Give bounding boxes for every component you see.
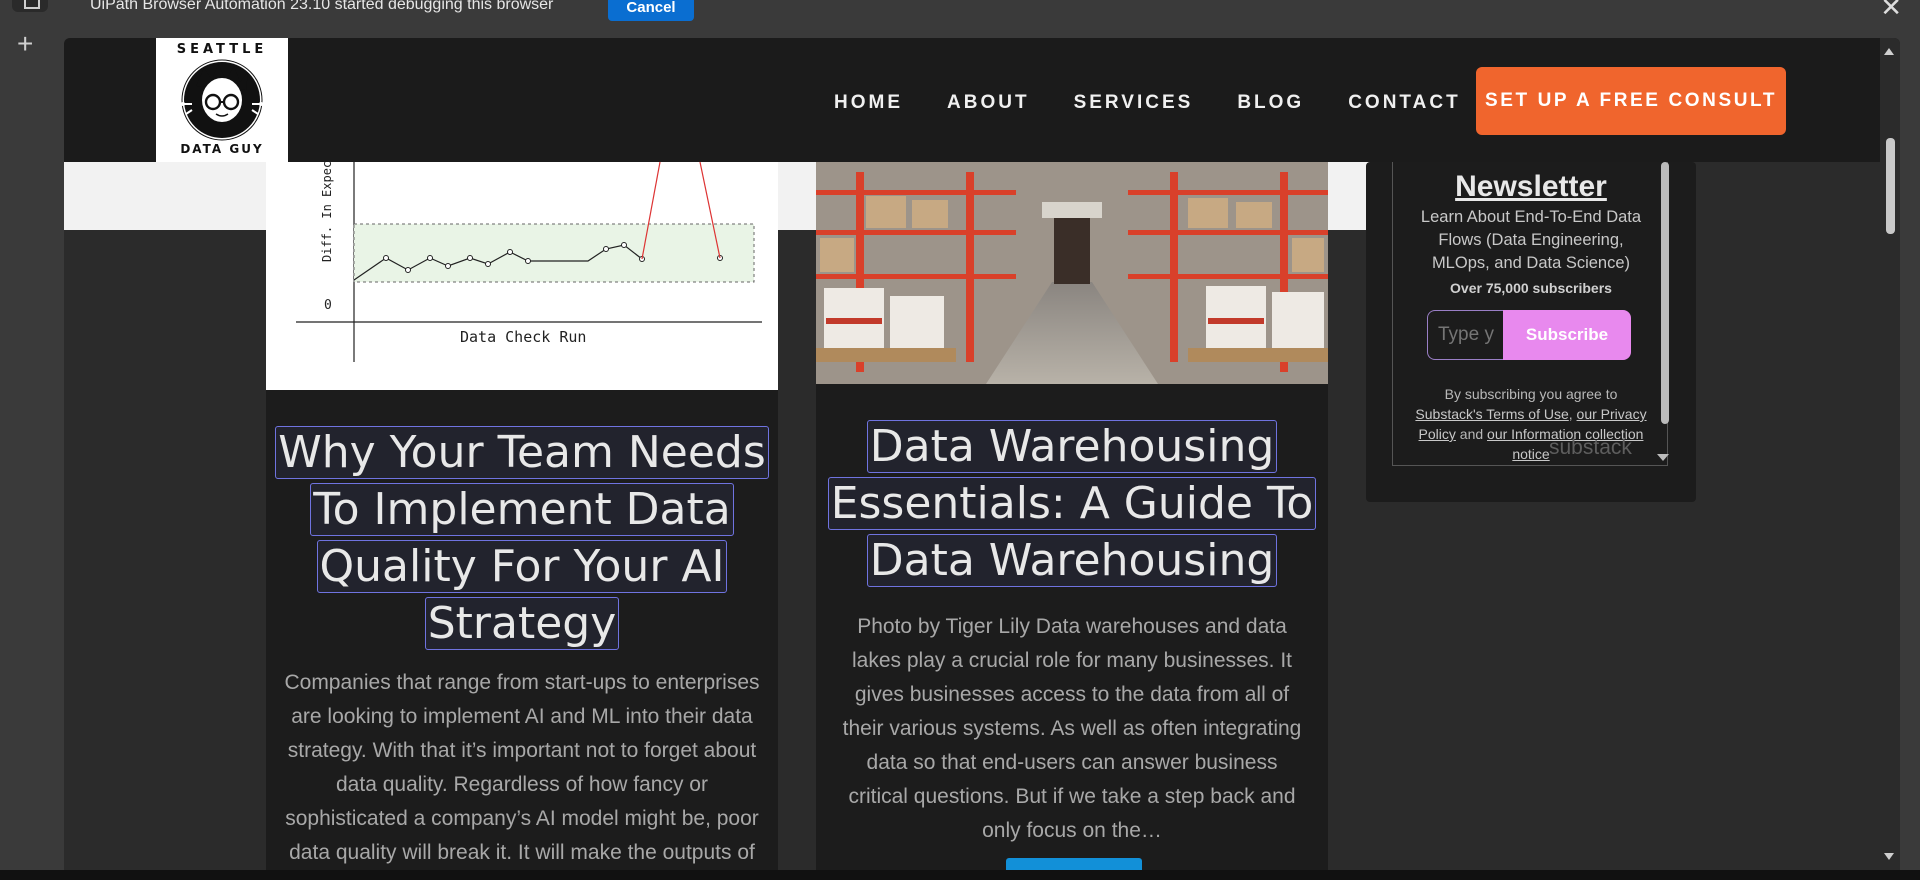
free-consult-button[interactable]: SET UP A FREE CONSULT xyxy=(1476,67,1786,135)
newsletter-description: Learn About End-To-End Data Flows (Data … xyxy=(1420,208,1642,272)
blog-card[interactable]: Diff. In Expected 0 Data Check Run Why Y… xyxy=(266,162,778,870)
main-nav: HOME ABOUT SERVICES BLOG CONTACT xyxy=(834,92,1461,114)
nav-about[interactable]: ABOUT xyxy=(947,92,1030,114)
read-more-button[interactable] xyxy=(1006,858,1142,870)
infobar-message: UiPath Browser Automation 23.10 started … xyxy=(90,0,554,13)
newsletter-widget: Newsletter Learn About End-To-End Data F… xyxy=(1366,162,1696,502)
warehouse-photo-image xyxy=(816,162,1328,384)
post-title-line[interactable]: Essentials: A Guide To xyxy=(827,477,1317,530)
post-excerpt: Companies that range from start-ups to e… xyxy=(284,671,760,864)
terms-link[interactable]: Substack's Terms of Use xyxy=(1415,406,1568,422)
data-quality-sketch-image xyxy=(296,162,762,362)
logo-bottom-text: DATA GUY xyxy=(180,142,264,156)
site-logo[interactable]: SEATTLE DATA GUY xyxy=(156,38,288,162)
new-tab-plus-icon[interactable]: + xyxy=(17,30,33,58)
browser-side-rail: + xyxy=(0,0,62,880)
nav-services[interactable]: SERVICES xyxy=(1074,92,1194,114)
chart-x-axis-label: Data Check Run xyxy=(460,328,587,346)
post-title[interactable]: Data Warehousing Essentials: A Guide To … xyxy=(816,418,1328,589)
embed-scrollbar[interactable] xyxy=(1661,162,1669,424)
subscriber-count: Over 75,000 subscribers xyxy=(1450,280,1612,296)
substack-brand-mark: substack xyxy=(1549,436,1632,459)
legal-and: and xyxy=(1455,426,1488,442)
embed-scroll-down-icon[interactable] xyxy=(1657,454,1669,461)
substack-embed: Newsletter Learn About End-To-End Data F… xyxy=(1392,162,1669,466)
post-title-line[interactable]: To Implement Data xyxy=(310,483,734,536)
chart-zero-label: 0 xyxy=(324,298,332,313)
legal-comma: , xyxy=(1568,406,1577,422)
workspace-icon[interactable] xyxy=(12,0,48,12)
chart-y-axis-label: Diff. In Expected xyxy=(320,162,334,262)
scrollbar-thumb[interactable] xyxy=(1886,138,1895,234)
bottom-edge xyxy=(0,870,1920,880)
post-title-line[interactable]: Strategy xyxy=(424,597,620,650)
post-title-line[interactable]: Data Warehousing xyxy=(866,534,1278,587)
blog-card[interactable]: Data Warehousing Essentials: A Guide To … xyxy=(816,162,1328,870)
site-header: SEATTLE DATA GUY HOME ABOUT SERVICES BLO… xyxy=(64,38,1900,162)
web-viewport: Diff. In Expected 0 Data Check Run Why Y… xyxy=(64,38,1900,870)
post-title-line[interactable]: Why Your Team Needs xyxy=(275,426,769,479)
nav-contact[interactable]: CONTACT xyxy=(1348,92,1460,114)
scroll-down-icon[interactable] xyxy=(1884,853,1894,860)
nav-home[interactable]: HOME xyxy=(834,92,903,114)
subscribe-button[interactable]: Subscribe xyxy=(1503,310,1631,360)
legal-prefix: By subscribing you agree to xyxy=(1444,386,1618,402)
close-infobar-icon[interactable]: ✕ xyxy=(1880,0,1902,23)
debug-infobar: UiPath Browser Automation 23.10 started … xyxy=(62,0,1920,38)
logo-top-text: SEATTLE xyxy=(176,42,268,57)
email-input[interactable] xyxy=(1427,310,1503,360)
post-thumbnail-warehouse[interactable] xyxy=(816,162,1328,384)
post-excerpt: Photo by Tiger Lily Data warehouses and … xyxy=(842,615,1302,842)
page-scrollbar[interactable] xyxy=(1880,38,1900,870)
post-title[interactable]: Why Your Team Needs To Implement Data Qu… xyxy=(266,424,778,652)
scroll-up-icon[interactable] xyxy=(1884,48,1894,55)
nav-blog[interactable]: BLOG xyxy=(1237,92,1304,114)
cancel-debug-button[interactable]: Cancel xyxy=(608,0,694,21)
newsletter-title[interactable]: Newsletter xyxy=(1393,170,1669,204)
post-title-line[interactable]: Data Warehousing xyxy=(866,420,1278,473)
post-thumbnail-chart[interactable]: Diff. In Expected 0 Data Check Run xyxy=(266,162,778,390)
post-title-line[interactable]: Quality For Your AI xyxy=(316,540,728,593)
